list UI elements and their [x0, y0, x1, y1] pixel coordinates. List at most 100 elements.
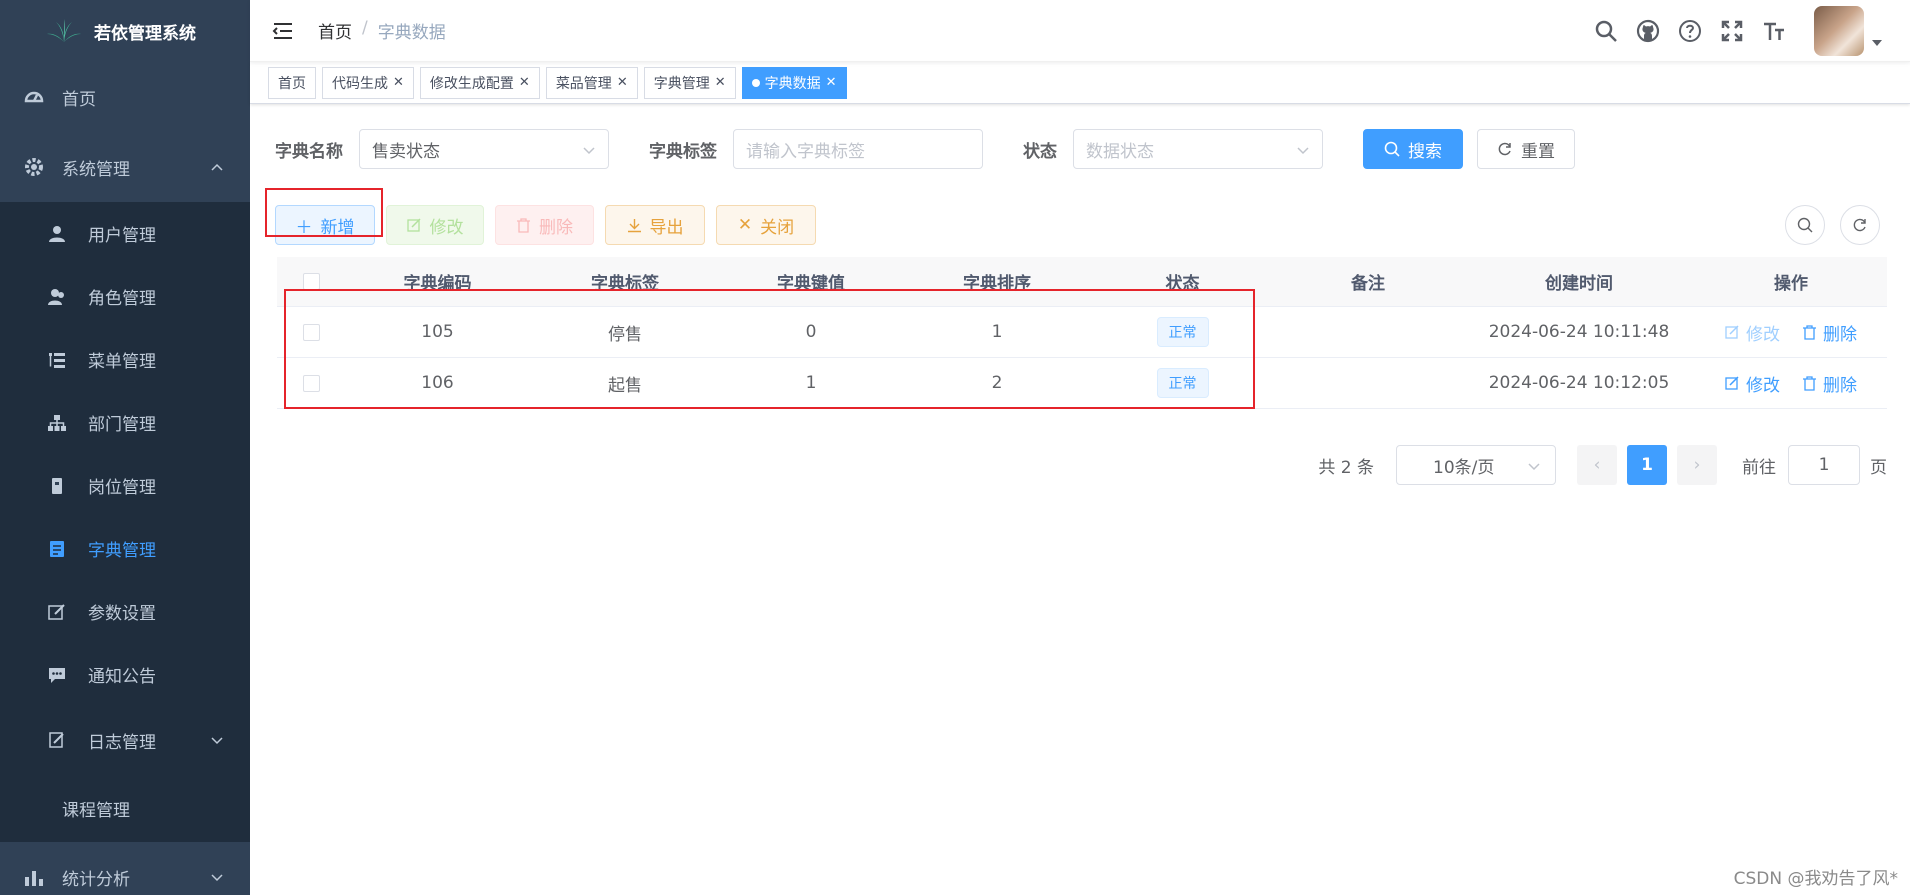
watermark: CSDN @我劝告了风*: [1733, 869, 1898, 889]
sidebar-item-user[interactable]: 用户管理: [0, 202, 250, 265]
avatar[interactable]: [1814, 6, 1864, 56]
sidebar-item-dict[interactable]: 字典管理: [0, 517, 250, 580]
row-delete-label: 删除: [1823, 375, 1857, 396]
table-row[interactable]: 106 起售 1 2 正常 2024-06-24 10:12:05 修改 删除: [277, 358, 1887, 409]
github-icon[interactable]: [1636, 19, 1660, 43]
breadcrumb-home[interactable]: 首页: [318, 18, 352, 43]
sidebar-item-role[interactable]: 角色管理: [0, 265, 250, 328]
cell-created: 2024-06-24 10:11:48: [1488, 322, 1670, 342]
sidebar-item-config[interactable]: 参数设置: [0, 580, 250, 643]
peoples-icon: [48, 288, 66, 306]
tag-home[interactable]: 首页: [268, 66, 316, 99]
row-delete-button[interactable]: 删除: [1802, 371, 1857, 396]
close-button[interactable]: ✕ 关闭: [716, 205, 816, 245]
refresh-button[interactable]: [1840, 205, 1880, 245]
sidebar-item-dept[interactable]: 部门管理: [0, 391, 250, 454]
download-icon: [627, 218, 641, 232]
header-dict-code[interactable]: 字典编码: [345, 269, 530, 294]
breadcrumb-current: 字典数据: [377, 23, 446, 43]
prev-page-button[interactable]: ‹: [1577, 445, 1617, 485]
tag-label: 菜品管理: [555, 75, 612, 92]
dict-icon: [48, 540, 66, 558]
close-icon[interactable]: ✕: [519, 75, 530, 90]
toggle-search-button[interactable]: [1785, 205, 1825, 245]
pagination: 共 2 条 10条/页 ‹ 1 › 前往 1 页: [1318, 445, 1887, 485]
header-created[interactable]: 创建时间: [1463, 269, 1695, 294]
tag-label: 修改生成配置: [429, 75, 514, 92]
page-size-select[interactable]: 10条/页: [1396, 445, 1556, 485]
dict-label-placeholder: 请输入字典标签: [746, 141, 865, 162]
header-dict-value[interactable]: 字典键值: [720, 269, 902, 294]
tags-view: 首页 代码生成 ✕ 修改生成配置 ✕ 菜品管理 ✕ 字典管理 ✕ 字典数据 ✕: [250, 62, 1910, 104]
edit-button[interactable]: 修改: [386, 205, 484, 245]
font-size-icon[interactable]: [1762, 19, 1786, 43]
dict-label-input[interactable]: 请输入字典标签: [733, 129, 983, 169]
search-icon[interactable]: [1594, 19, 1618, 43]
main-area: 首页 / 字典数据 首页 代码生成 ✕ 修改生成配置 ✕ 菜品管理 ✕ 字典管理 ✕ 字…: [250, 0, 1910, 895]
sidebar-item-log[interactable]: 日志管理: [0, 706, 250, 774]
chevron-down-icon: [583, 147, 595, 155]
logo-icon: [47, 19, 81, 42]
status-select[interactable]: 数据状态: [1073, 129, 1323, 169]
cell-actions: 修改 删除: [1695, 371, 1887, 396]
close-icon[interactable]: ✕: [617, 75, 628, 90]
edit-icon: [48, 603, 66, 621]
page-number-button[interactable]: 1: [1627, 445, 1667, 485]
close-icon[interactable]: ✕: [826, 75, 837, 90]
content: 字典名称 售卖状态 字典标签 请输入字典标签 状态 数据状态 搜索 重置 ＋ 新…: [250, 105, 1910, 409]
header-remark[interactable]: 备注: [1273, 269, 1463, 294]
tag-dict-manage[interactable]: 字典管理 ✕: [643, 66, 736, 99]
row-checkbox[interactable]: [302, 323, 320, 341]
dict-name-select[interactable]: 售卖状态: [359, 129, 609, 169]
chevron-down-icon: [1297, 147, 1309, 155]
sidebar-item-label: 岗位管理: [88, 478, 156, 498]
row-delete-button[interactable]: 删除: [1802, 320, 1857, 345]
status-placeholder: 数据状态: [1086, 141, 1154, 162]
header-dict-sort[interactable]: 字典排序: [902, 269, 1092, 294]
menu-home[interactable]: 首页: [0, 62, 250, 132]
next-page-button[interactable]: ›: [1677, 445, 1717, 485]
active-dot-icon: [751, 78, 760, 87]
navbar-right: [1594, 0, 1910, 62]
menu-system[interactable]: 系统管理: [0, 132, 250, 202]
goto-page-input[interactable]: 1: [1788, 445, 1860, 485]
row-edit-button[interactable]: 修改: [1725, 320, 1780, 345]
header-status[interactable]: 状态: [1092, 269, 1273, 294]
menu-stats[interactable]: 统计分析: [0, 842, 250, 895]
tag-dict-data[interactable]: 字典数据 ✕: [741, 66, 847, 99]
close-icon[interactable]: ✕: [393, 75, 404, 90]
search-icon: [1797, 217, 1813, 233]
select-all-checkbox[interactable]: [302, 273, 320, 290]
breadcrumb-separator: /: [362, 18, 368, 38]
fullscreen-icon[interactable]: [1720, 19, 1744, 43]
row-checkbox[interactable]: [302, 374, 320, 392]
sidebar-item-post[interactable]: 岗位管理: [0, 454, 250, 517]
export-button[interactable]: 导出: [605, 205, 705, 245]
row-edit-label: 修改: [1746, 324, 1780, 345]
search-button-label: 搜索: [1408, 141, 1442, 162]
tag-edit-gen-config[interactable]: 修改生成配置 ✕: [419, 66, 540, 99]
question-icon[interactable]: [1678, 19, 1702, 43]
close-icon[interactable]: ✕: [715, 75, 726, 90]
header-dict-label[interactable]: 字典标签: [530, 269, 720, 294]
cell-dict-label: 停售: [608, 324, 642, 345]
edit-icon: [1725, 324, 1739, 339]
tag-dish[interactable]: 菜品管理 ✕: [545, 66, 638, 99]
edit-icon: [406, 217, 421, 232]
sidebar-item-notice[interactable]: 通知公告: [0, 643, 250, 706]
logo[interactable]: 若依管理系统: [0, 0, 250, 62]
reset-button[interactable]: 重置: [1477, 129, 1575, 169]
add-button[interactable]: ＋ 新增: [275, 205, 375, 245]
row-edit-button[interactable]: 修改: [1725, 371, 1780, 396]
hamburger-icon[interactable]: [272, 19, 296, 43]
tag-codegen[interactable]: 代码生成 ✕: [322, 66, 414, 99]
delete-button[interactable]: 删除: [495, 205, 594, 245]
menu-course[interactable]: 课程管理: [0, 774, 250, 842]
export-button-label: 导出: [649, 217, 684, 238]
table-row[interactable]: 105 停售 0 1 正常 2024-06-24 10:11:48 修改 删除: [277, 307, 1887, 358]
refresh-icon: [1853, 218, 1866, 232]
caret-down-icon[interactable]: [1872, 38, 1882, 48]
tag-label: 字典数据: [764, 75, 821, 92]
sidebar-item-menu[interactable]: 菜单管理: [0, 328, 250, 391]
search-button[interactable]: 搜索: [1363, 129, 1463, 169]
